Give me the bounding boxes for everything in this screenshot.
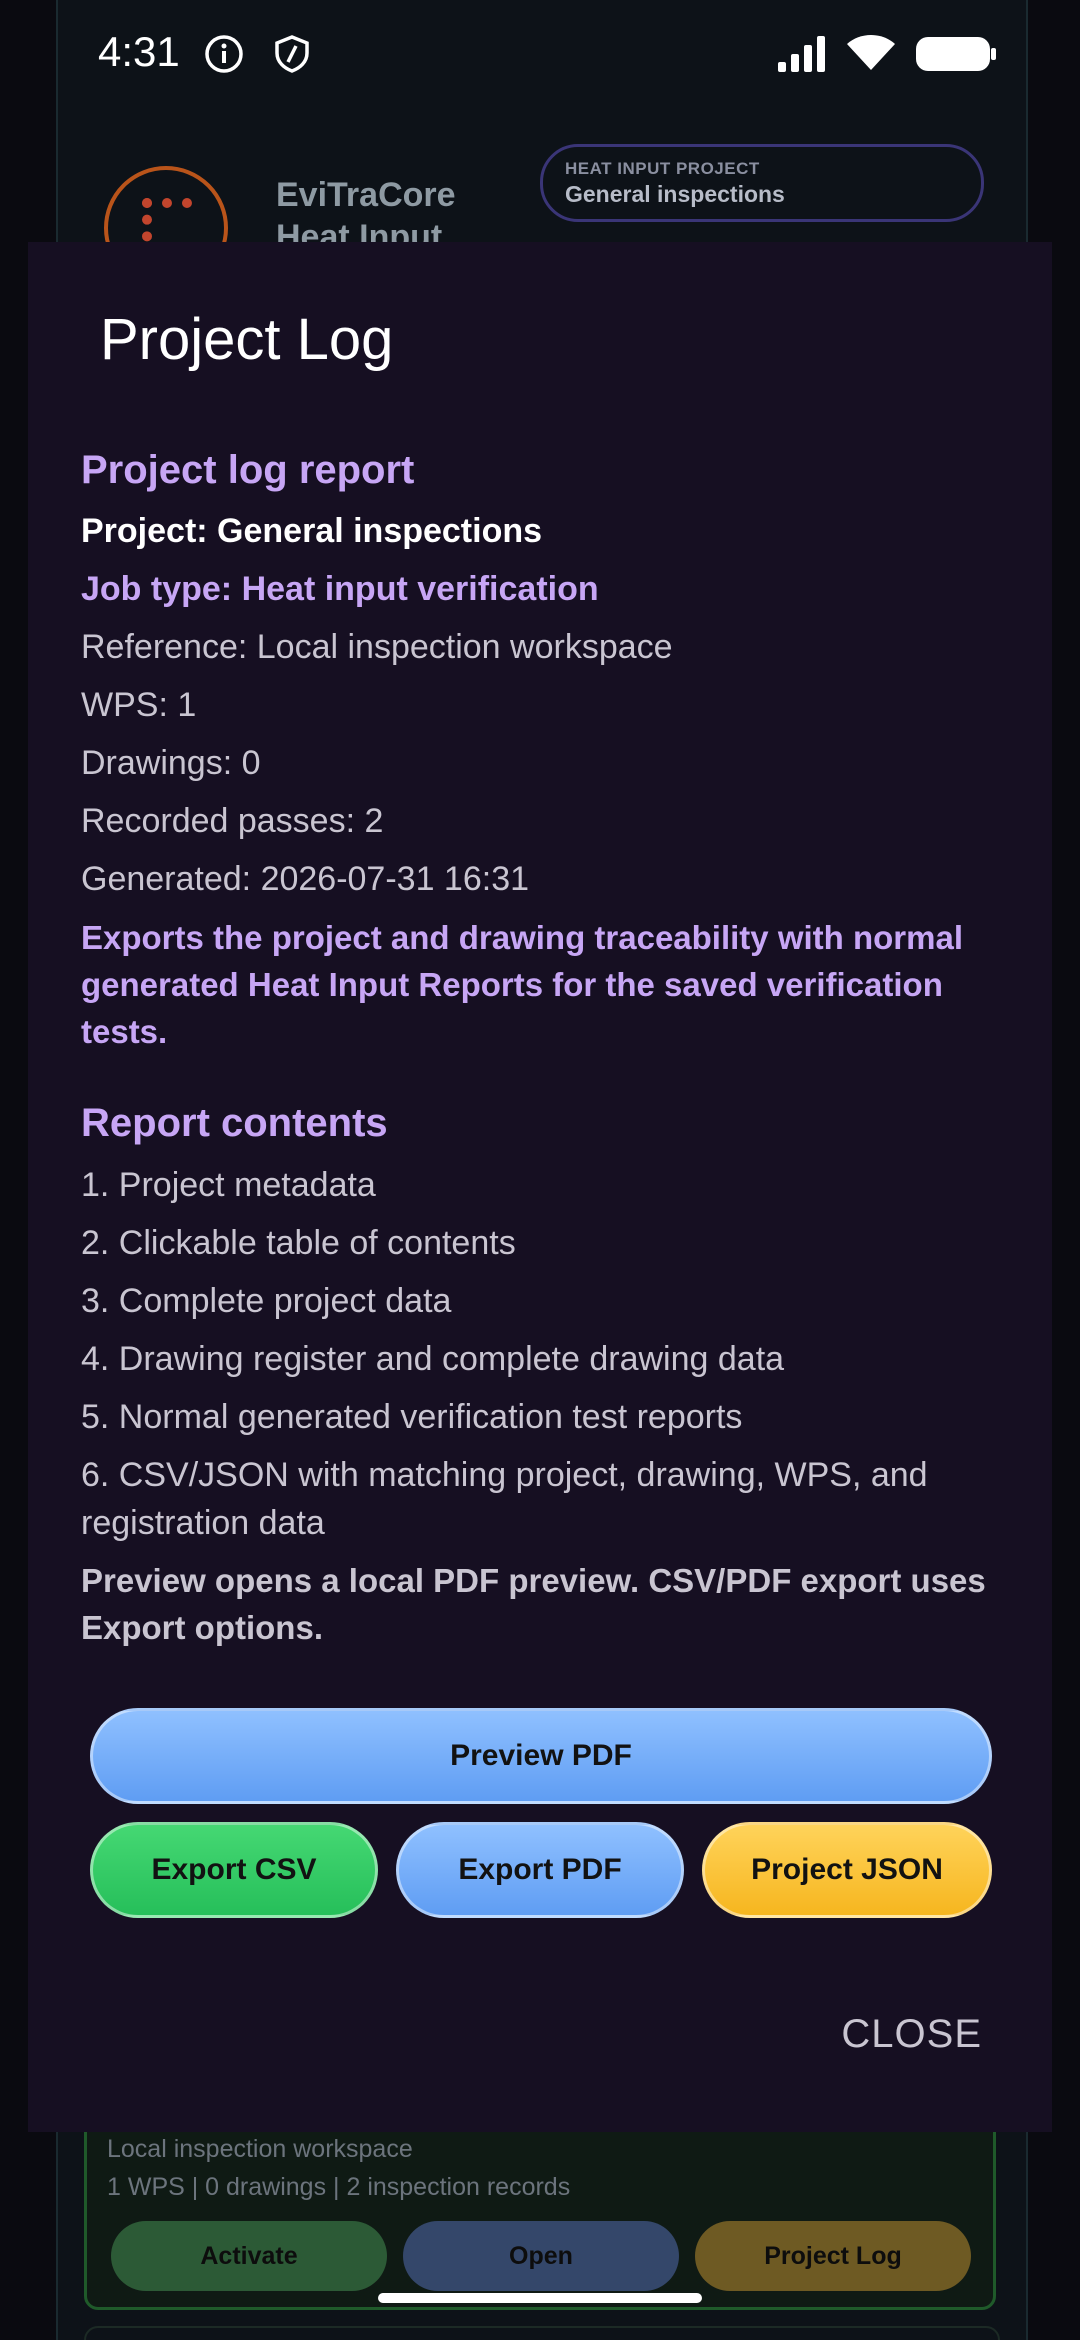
project-log-dialog: Project Log Project log report Project: … xyxy=(28,242,1052,2132)
status-time: 4:31 xyxy=(98,28,180,75)
next-project-card xyxy=(84,2326,1000,2340)
shield-icon xyxy=(275,35,309,73)
wifi-icon xyxy=(847,35,895,70)
battery-icon xyxy=(916,37,996,71)
contents-item: 3. Complete project data xyxy=(81,1282,452,1320)
project-log-button[interactable]: Project Log xyxy=(695,2221,971,2291)
contents-item: 2. Clickable table of contents xyxy=(81,1224,516,1262)
app-title-line1: EviTraCore xyxy=(276,176,456,214)
project-selector-label: HEAT INPUT PROJECT xyxy=(565,159,760,178)
report-project: Project: General inspections xyxy=(81,512,543,550)
contents-heading: Report contents xyxy=(81,1101,388,1145)
contents-item: 6. CSV/JSON with matching project, drawi… xyxy=(81,1456,928,1542)
report-reference: Reference: Local inspection workspace xyxy=(81,628,673,666)
contents-item: 1. Project metadata xyxy=(81,1166,376,1204)
export-csv-button[interactable]: Export CSV xyxy=(90,1822,378,1918)
status-bar: 4:31 xyxy=(0,0,1080,110)
report-heading: Project log report xyxy=(81,448,415,492)
project-selector-value: General inspections xyxy=(565,181,785,207)
report-generated: Generated: 2026-07-31 16:31 xyxy=(81,860,530,898)
report-wps: WPS: 1 xyxy=(81,686,197,724)
screen: EviTraCore Heat Input HEAT INPUT PROJECT… xyxy=(0,0,1080,2340)
contents-note: Preview opens a local PDF preview. CSV/P… xyxy=(81,1562,986,1646)
project-selector[interactable]: HEAT INPUT PROJECT General inspections xyxy=(540,144,984,222)
info-icon xyxy=(205,35,243,73)
signal-icon xyxy=(778,36,825,72)
close-button[interactable]: CLOSE xyxy=(841,2012,982,2057)
report-description: Exports the project and drawing traceabi… xyxy=(81,919,963,1050)
contents-item: 5. Normal generated verification test re… xyxy=(81,1398,743,1436)
preview-pdf-button[interactable]: Preview PDF xyxy=(90,1708,992,1804)
project-card-reference: Local inspection workspace xyxy=(107,2135,413,2163)
open-button[interactable]: Open xyxy=(403,2221,679,2291)
project-card-summary: 1 WPS | 0 drawings | 2 inspection record… xyxy=(107,2173,571,2201)
dialog-title: Project Log xyxy=(100,307,394,372)
report-recorded-passes: Recorded passes: 2 xyxy=(81,802,384,840)
project-json-button[interactable]: Project JSON xyxy=(702,1822,992,1918)
report-job-type: Job type: Heat input verification xyxy=(81,570,599,608)
contents-item: 4. Drawing register and complete drawing… xyxy=(81,1340,785,1378)
activate-button[interactable]: Activate xyxy=(111,2221,387,2291)
report-drawings: Drawings: 0 xyxy=(81,744,261,782)
home-indicator[interactable] xyxy=(378,2293,702,2303)
dialog-content: Project log report Project: General insp… xyxy=(81,442,1021,1651)
export-pdf-button[interactable]: Export PDF xyxy=(396,1822,684,1918)
